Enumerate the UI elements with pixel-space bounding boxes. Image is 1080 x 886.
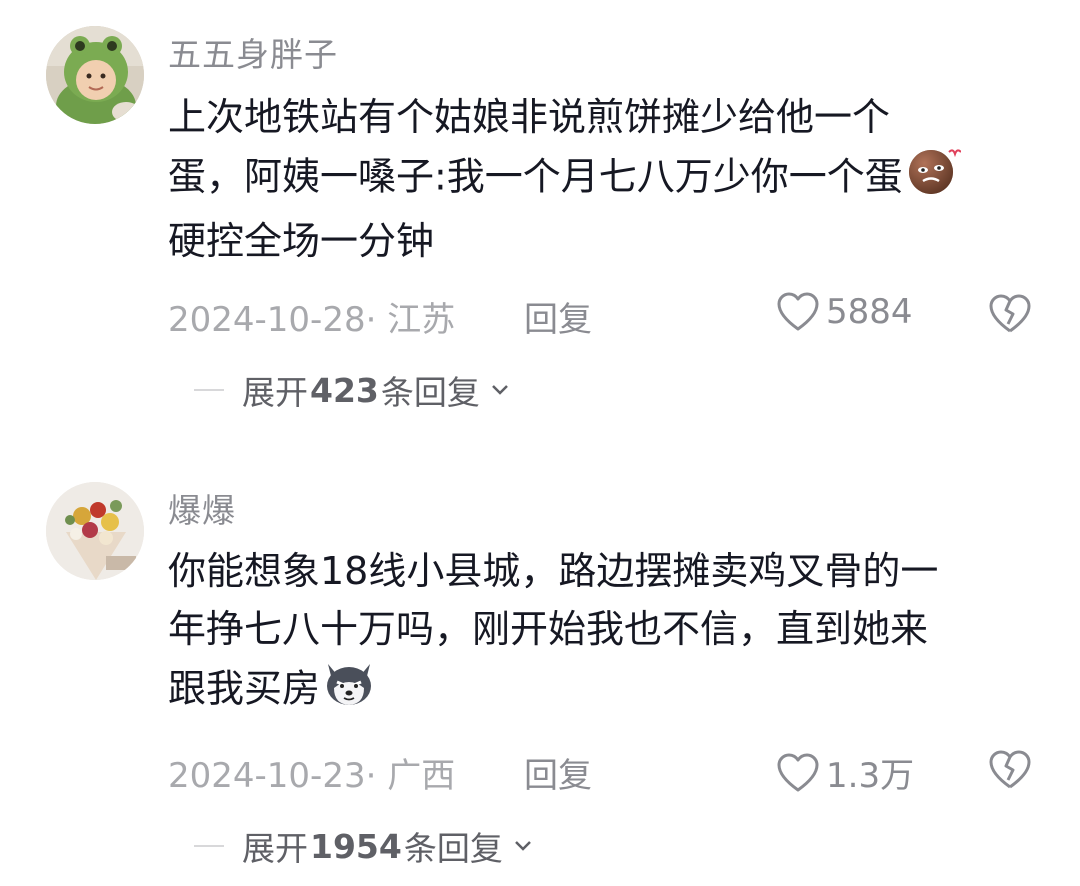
comment-item: 爆爆 你能想象18线小县城，路边摆摊卖鸡叉骨的一 年挣七八十万吗，刚开始我也不信… xyxy=(0,470,1080,886)
avatar[interactable] xyxy=(46,26,144,124)
husky-dog-emoji xyxy=(322,658,376,724)
comment-meta: 2024-10-23· 广西 回复 1.3万 xyxy=(168,748,1048,796)
divider-line xyxy=(194,389,224,391)
expand-replies-button[interactable]: 展开 423 条回复 xyxy=(194,366,510,414)
like-count: 1.3万 xyxy=(826,756,915,796)
comment-text: 上次地铁站有个姑娘非说煎饼摊少给他一个 蛋，阿姨一嗓子:我一个月七八万少你一个蛋… xyxy=(168,88,1048,270)
comment-line: 上次地铁站有个姑娘非说煎饼摊少给他一个 xyxy=(168,95,891,139)
expand-suffix: 条回复 xyxy=(380,373,480,412)
username[interactable]: 五五身胖子 xyxy=(168,28,338,76)
heart-icon xyxy=(777,753,819,791)
like-button[interactable]: 1.3万 xyxy=(776,748,914,797)
comment-text: 你能想象18线小县城，路边摆摊卖鸡叉骨的一 年挣七八十万吗，刚开始我也不信，直到… xyxy=(168,542,1048,724)
reply-button[interactable]: 回复 xyxy=(524,292,592,341)
comment-line: 跟我买房 xyxy=(168,658,1048,724)
expand-replies-button[interactable]: 展开 1954 条回复 xyxy=(194,822,533,870)
avatar[interactable] xyxy=(46,482,144,580)
comment-line: 你能想象18线小县城，路边摆摊卖鸡叉骨的一 xyxy=(168,549,939,593)
chevron-down-icon xyxy=(514,841,531,851)
date-location: 2024-10-23· 广西 xyxy=(168,756,456,796)
dislike-button[interactable] xyxy=(988,750,1032,799)
expand-prefix: 展开 xyxy=(242,829,308,868)
broken-heart-icon xyxy=(989,294,1031,333)
comment-line-text: 跟我买房 xyxy=(168,666,321,711)
username[interactable]: 爆爆 xyxy=(168,484,236,532)
like-button[interactable]: 5884 xyxy=(776,292,913,332)
reply-count: 1954 xyxy=(310,826,402,866)
expand-suffix: 条回复 xyxy=(403,829,503,868)
comment-line: 蛋，阿姨一嗓子:我一个月七八万少你一个蛋 xyxy=(168,146,1048,212)
dislike-button[interactable] xyxy=(988,294,1032,343)
reply-button[interactable]: 回复 xyxy=(524,748,592,797)
like-count: 5884 xyxy=(826,292,913,332)
comment-line: 年挣七八十万吗，刚开始我也不信，直到她来 xyxy=(168,607,929,651)
chevron-down-icon xyxy=(492,385,508,395)
divider-line xyxy=(194,845,224,847)
comment-item: 五五身胖子 上次地铁站有个姑娘非说煎饼摊少给他一个 蛋，阿姨一嗓子:我一个月七八… xyxy=(0,0,1080,440)
comment-meta: 2024-10-28· 江苏 回复 5884 xyxy=(168,292,1048,340)
reply-count: 423 xyxy=(310,370,379,410)
date-location: 2024-10-28· 江苏 xyxy=(168,300,456,340)
heart-icon xyxy=(777,292,819,331)
broken-heart-icon xyxy=(989,750,1031,789)
embarrassed-face-emoji xyxy=(905,146,962,212)
expand-prefix: 展开 xyxy=(242,373,308,412)
comment-line-text: 蛋，阿姨一嗓子:我一个月七八万少你一个蛋 xyxy=(168,154,903,199)
comment-line: 硬控全场一分钟 xyxy=(168,219,435,263)
